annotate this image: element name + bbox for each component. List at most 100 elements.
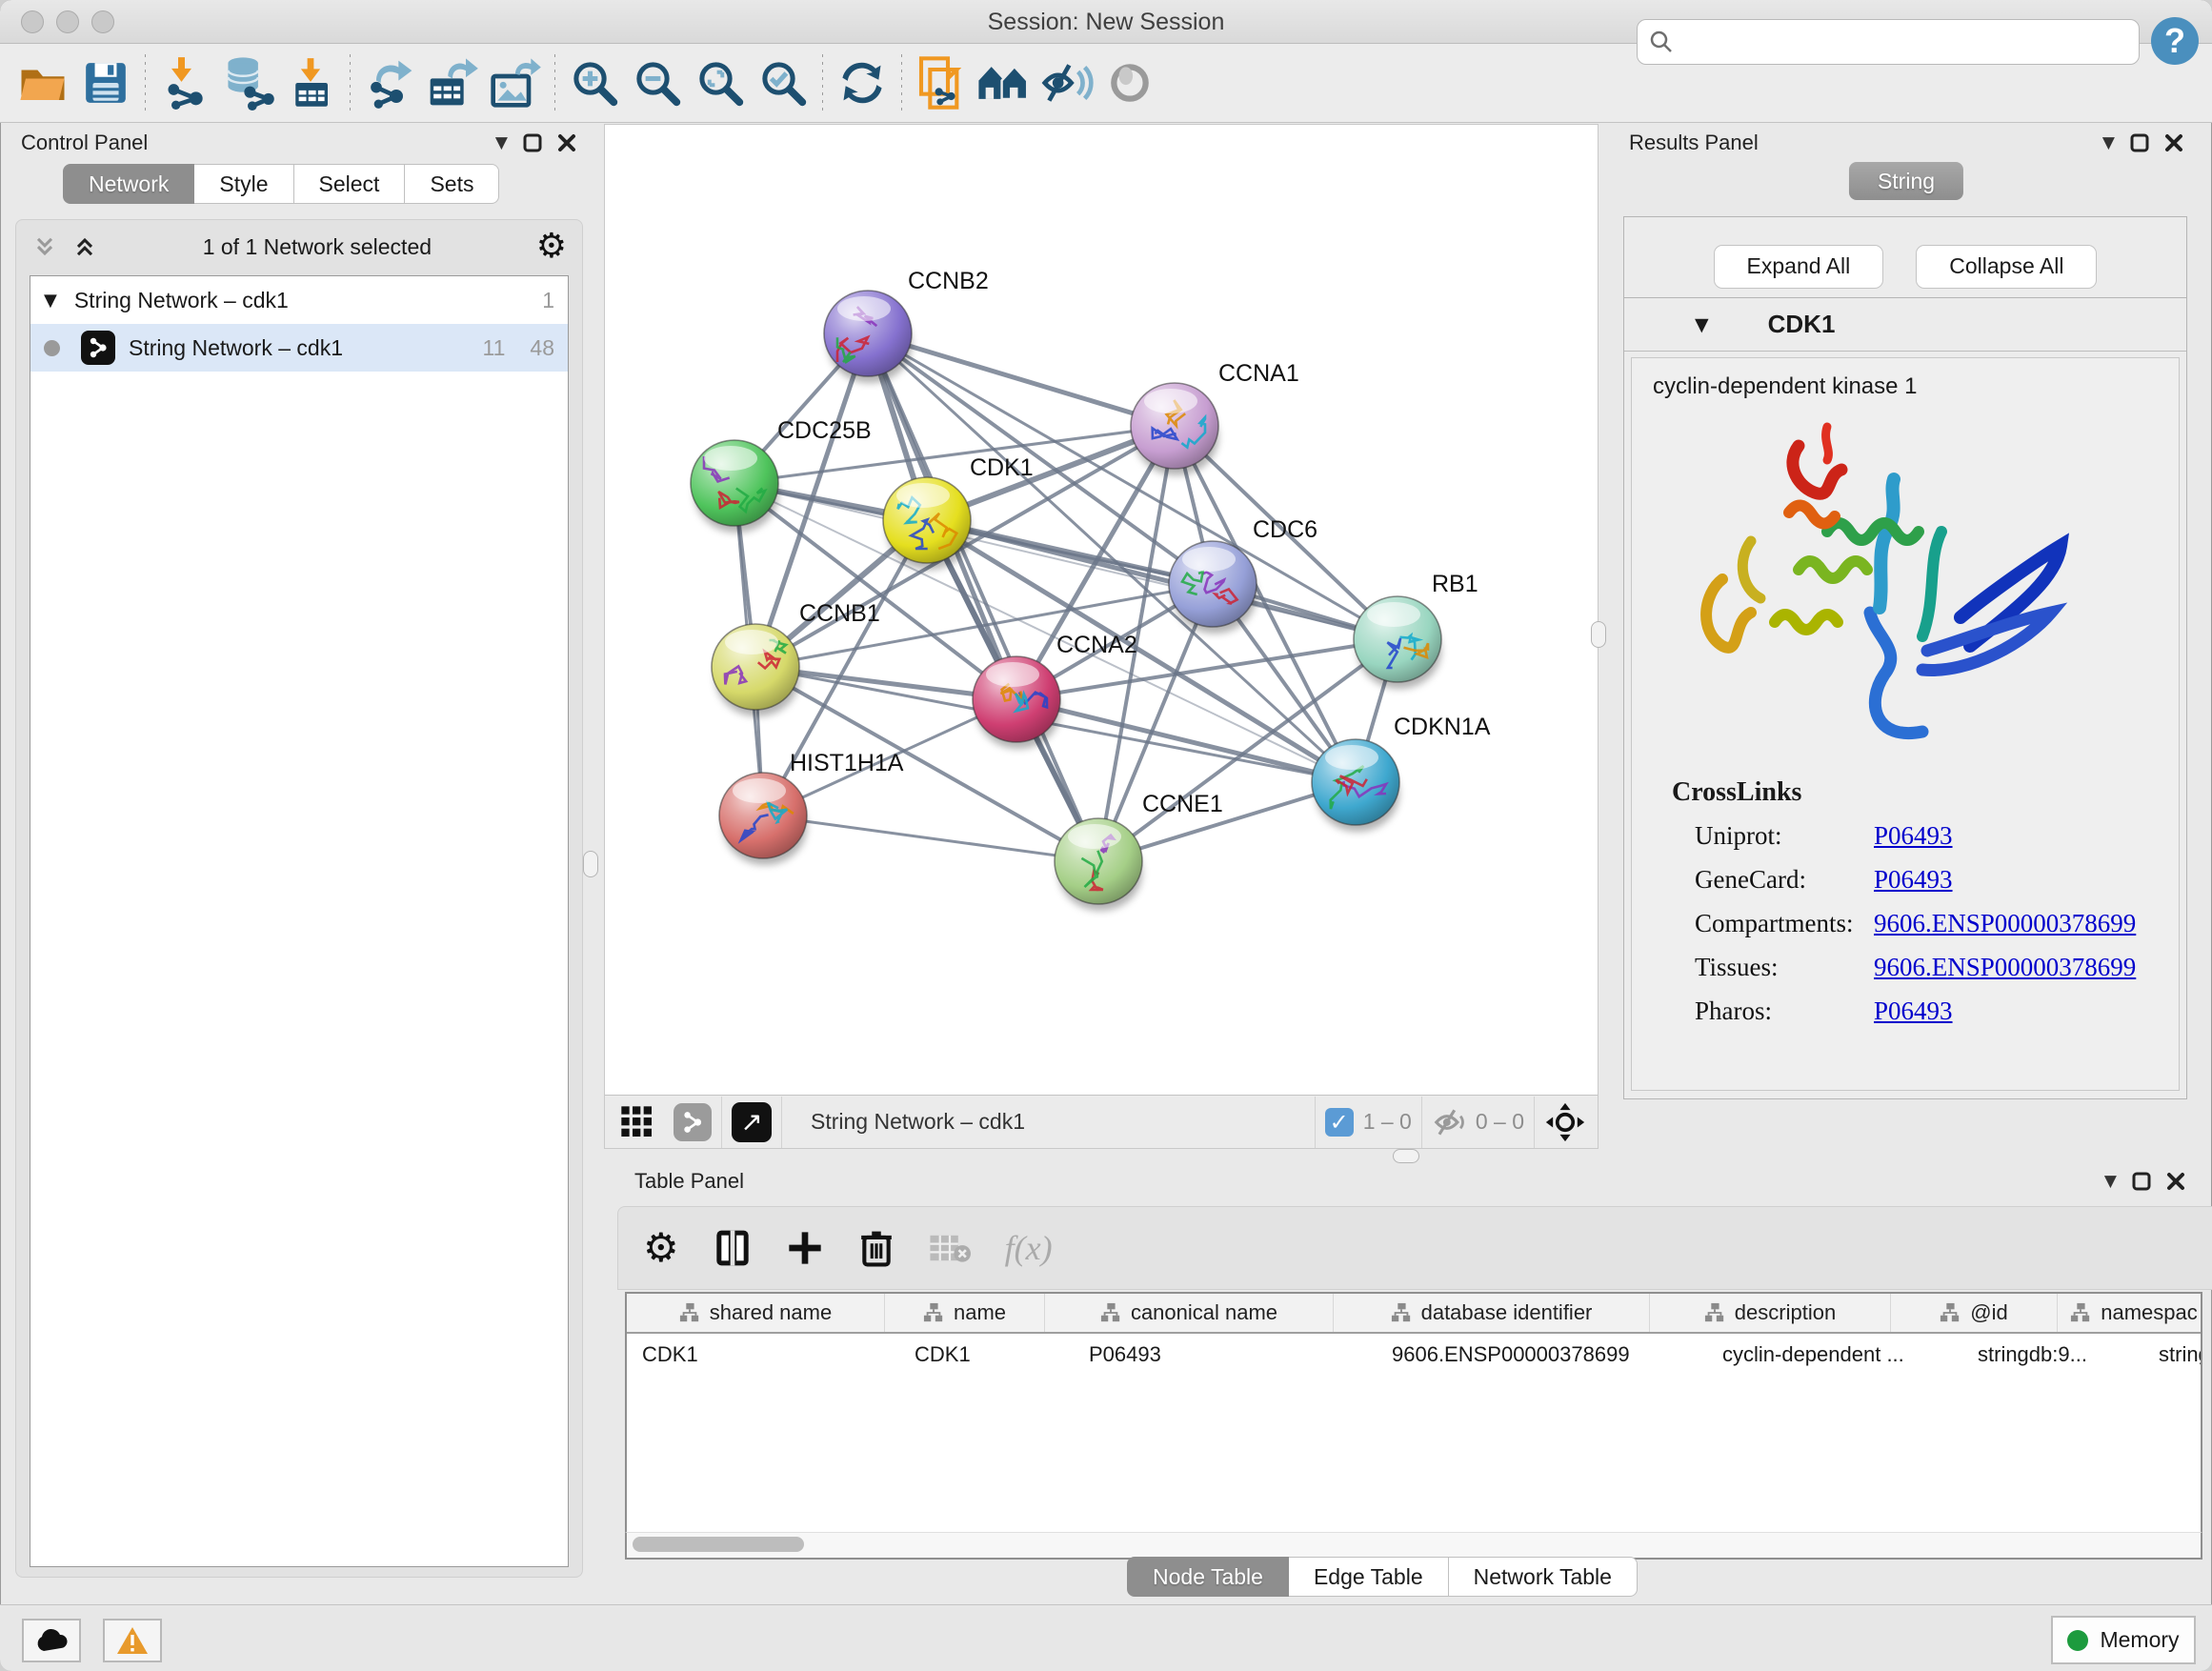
warnings-button[interactable] [103,1619,162,1662]
memory-button[interactable]: Memory [2051,1616,2196,1664]
expand-all-chevron-icon[interactable] [31,233,58,260]
show-all-button[interactable] [1098,51,1161,114]
apply-layout-button[interactable] [831,51,894,114]
tab-network[interactable]: Network [63,164,194,204]
network-share-icon[interactable] [674,1103,712,1141]
tab-string[interactable]: String [1849,162,1963,200]
table-cell[interactable]: P06493 [1074,1334,1377,1376]
network-node-HIST1H1A[interactable]: HIST1H1A [719,750,904,865]
hidden-eye-icon[interactable] [1432,1104,1468,1140]
float-results-icon[interactable] [2130,133,2149,152]
network-row[interactable]: String Network – cdk1 11 48 [30,324,568,372]
entry-collapse-triangle-icon[interactable]: ▼ [1695,314,1709,335]
bottom-divider-handle[interactable] [1393,1149,1419,1163]
function-builder-fx-icon[interactable]: f(x) [1005,1228,1053,1268]
annotation-button[interactable] [910,51,973,114]
tab-style[interactable]: Style [194,164,293,204]
network-node-CDKN1A[interactable]: CDKN1A [1312,714,1491,832]
first-neighbors-button[interactable] [973,51,1036,114]
network-edge[interactable] [868,333,1175,426]
table-row[interactable]: CDK1CDK1P064939606.ENSP00000378699cyclin… [627,1334,2201,1376]
close-panel-icon[interactable] [557,133,576,152]
network-node-CCNA1[interactable]: CCNA1 [1131,360,1299,475]
table-cell[interactable]: cyclin-dependent ... [1707,1334,1962,1376]
zoom-in-button[interactable] [563,51,626,114]
birds-eye-view-icon[interactable]: ↗ [732,1102,772,1142]
table-horizontal-scrollbar[interactable] [625,1532,2202,1560]
delete-table-icon[interactable] [929,1231,971,1265]
float-table-icon[interactable] [2132,1172,2151,1191]
cloud-status-button[interactable] [22,1619,81,1662]
crosslink-link[interactable]: 9606.ENSP00000378699 [1874,953,2136,982]
network-node-CCNB2[interactable]: CCNB2 [824,268,989,383]
help-button[interactable]: ? [2151,17,2199,65]
network-grid-icon[interactable] [618,1103,656,1141]
crosslink-link[interactable]: P06493 [1874,865,1953,895]
table-menu-caret-icon[interactable]: ▼ [2104,1172,2117,1191]
collapse-all-chevron-icon[interactable] [71,233,98,260]
left-divider-handle[interactable] [583,851,598,877]
column-header-database-identifier[interactable]: database identifier [1334,1294,1650,1332]
table-cell[interactable]: stringdb [2143,1334,2202,1376]
network-options-gear-icon[interactable]: ⚙ [536,230,567,264]
tab-node-table[interactable]: Node Table [1127,1557,1289,1597]
import-database-button[interactable] [216,51,279,114]
expand-all-button[interactable]: Expand All [1714,245,1884,289]
zoom-fit-button[interactable] [689,51,752,114]
crosslink-link[interactable]: P06493 [1874,997,1953,1026]
table-cell[interactable]: CDK1 [899,1334,1074,1376]
column-header-name[interactable]: name [885,1294,1045,1332]
export-image-button[interactable] [484,51,547,114]
network-node-CCNE1[interactable]: CCNE1 [1055,791,1223,911]
collection-expand-triangle-icon[interactable]: ▼ [44,291,57,311]
search-input[interactable] [1676,23,2129,61]
network-node-RB1[interactable]: RB1 [1354,571,1478,689]
network-edge[interactable] [763,815,1098,861]
close-results-icon[interactable] [2164,133,2183,152]
import-table-button[interactable] [279,51,342,114]
network-collection-row[interactable]: ▼ String Network – cdk1 1 [30,276,568,324]
node-result-header[interactable]: ▼ CDK1 [1624,298,2186,352]
column-header-canonical-name[interactable]: canonical name [1045,1294,1334,1332]
float-panel-icon[interactable] [523,133,542,152]
zoom-out-button[interactable] [626,51,689,114]
scrollbar-thumb[interactable] [633,1537,804,1552]
tab-network-table[interactable]: Network Table [1449,1557,1638,1597]
create-column-plus-icon[interactable] [786,1229,824,1267]
selected-checkbox-icon[interactable]: ✓ [1325,1108,1354,1137]
hide-selected-button[interactable] [1036,51,1098,114]
column-header-@id[interactable]: @id [1891,1294,2058,1332]
pan-crosshair-icon[interactable] [1544,1101,1586,1143]
network-canvas[interactable]: CCNB2CCNA1CDC25BCDK1CDC6RB1CCNB1CCNA2CDK… [605,125,1598,1095]
right-divider-handle[interactable] [1591,621,1606,648]
tab-select[interactable]: Select [294,164,406,204]
table-cell[interactable]: CDK1 [627,1334,899,1376]
panel-menu-caret-icon[interactable]: ▼ [495,133,508,152]
network-edge[interactable] [927,520,1398,639]
network-node-CDK1[interactable]: CDK1 [883,454,1034,570]
export-table-button[interactable] [421,51,484,114]
tab-edge-table[interactable]: Edge Table [1289,1557,1449,1597]
crosslink-link[interactable]: 9606.ENSP00000378699 [1874,909,2136,938]
network-node-CDC25B[interactable]: CDC25B [691,417,872,533]
export-network-button[interactable] [358,51,421,114]
import-network-button[interactable] [153,51,216,114]
table-cell[interactable]: stringdb:9... [1962,1334,2143,1376]
crosslink-link[interactable]: P06493 [1874,821,1953,851]
save-session-button[interactable] [74,51,137,114]
table-cell[interactable]: 9606.ENSP00000378699 [1377,1334,1707,1376]
zoom-selected-button[interactable] [752,51,814,114]
open-session-button[interactable] [11,51,74,114]
table-settings-gear-icon[interactable]: ⚙ [643,1228,679,1268]
column-header-description[interactable]: description [1650,1294,1891,1332]
close-table-icon[interactable] [2166,1172,2185,1191]
collapse-all-button[interactable]: Collapse All [1916,245,2097,289]
column-header-shared-name[interactable]: shared name [627,1294,885,1332]
show-columns-icon[interactable] [714,1227,752,1269]
column-header-namespac[interactable]: namespac [2058,1294,2202,1332]
results-menu-caret-icon[interactable]: ▼ [2102,133,2115,152]
tab-sets[interactable]: Sets [405,164,499,204]
network-edge[interactable] [868,333,1098,861]
network-node-CCNB1[interactable]: CCNB1 [712,600,880,716]
delete-column-trash-icon[interactable] [858,1228,895,1268]
